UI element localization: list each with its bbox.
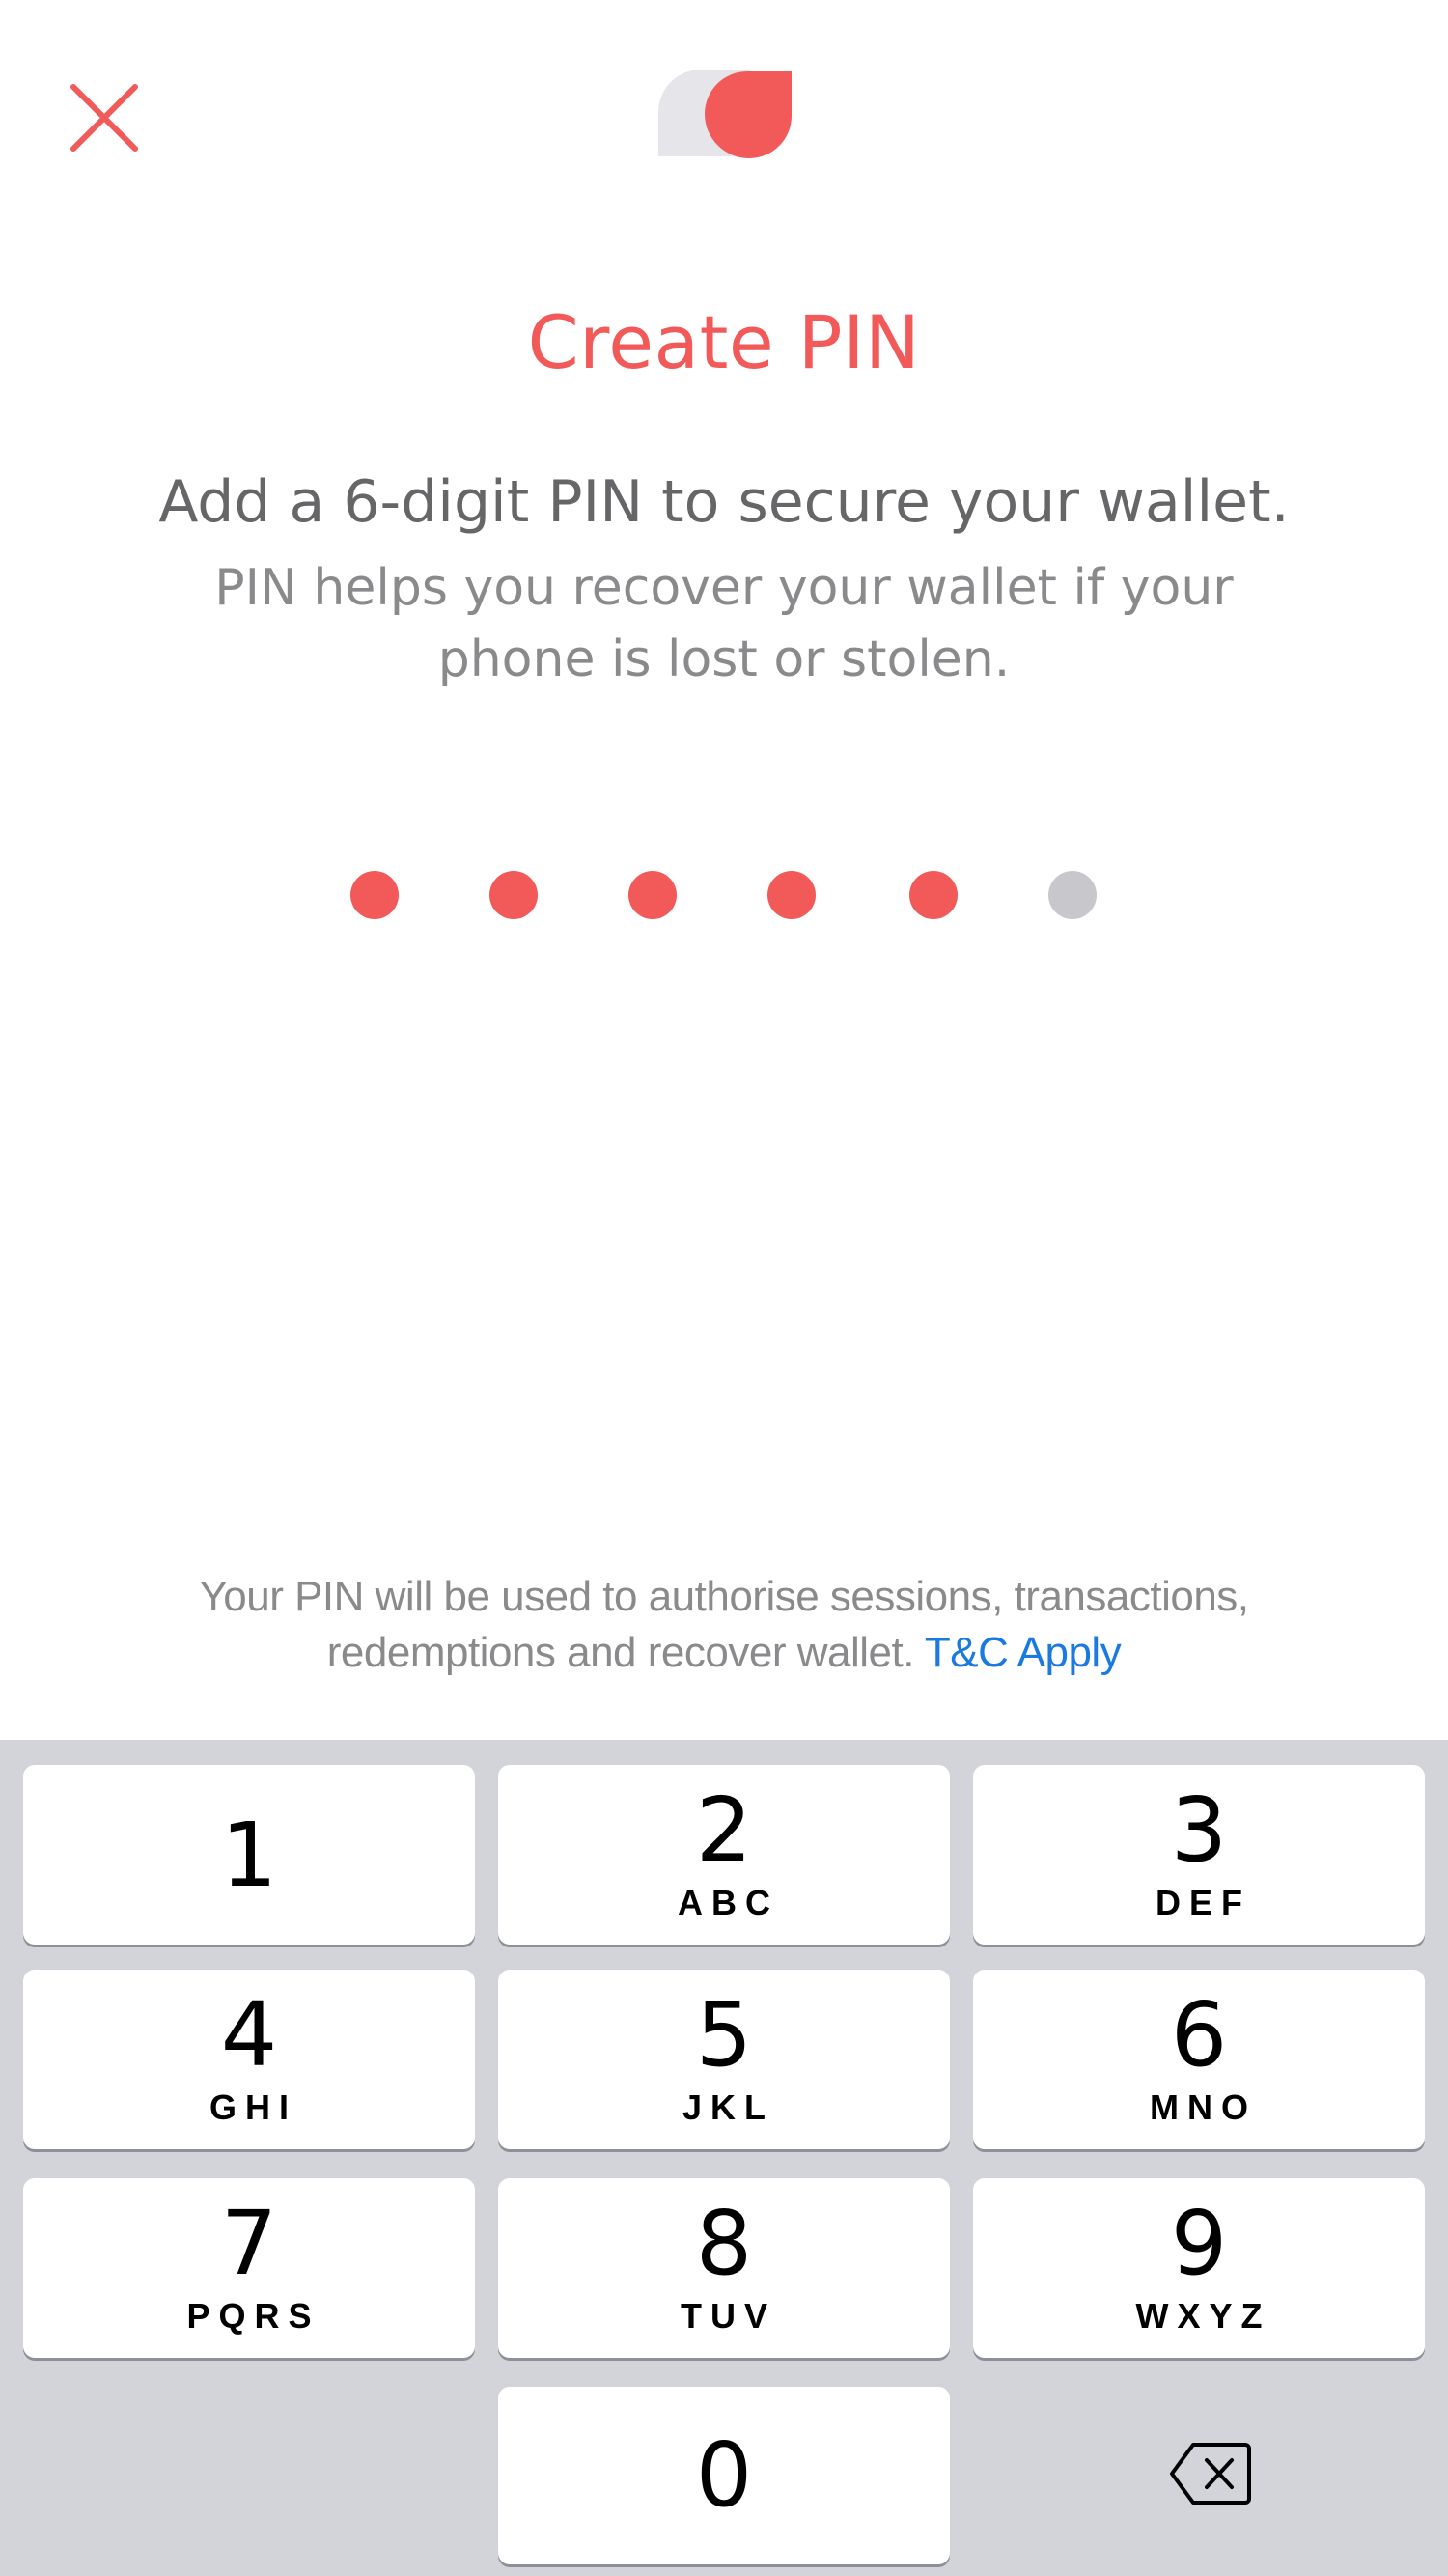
- key-0[interactable]: 0: [498, 2387, 950, 2564]
- key-1[interactable]: 1: [23, 1765, 475, 1945]
- app-logo: [656, 68, 795, 164]
- close-icon: [70, 84, 138, 152]
- backspace-icon: [1170, 2443, 1251, 2505]
- pin-dot-filled: [767, 871, 816, 919]
- key-9[interactable]: 9 WXYZ: [973, 2178, 1425, 2358]
- create-pin-screen: Create PIN Add a 6-digit PIN to secure y…: [0, 0, 1448, 2576]
- key-8[interactable]: 8 TUV: [498, 2178, 950, 2358]
- page-title: Create PIN: [527, 299, 921, 385]
- pin-dot-filled: [489, 871, 538, 919]
- close-button[interactable]: [64, 77, 145, 158]
- key-letters: PQRS: [186, 2296, 320, 2336]
- key-digit: 9: [1170, 2192, 1228, 2295]
- key-4[interactable]: 4 GHI: [23, 1970, 475, 2149]
- key-digit: 2: [695, 1778, 753, 1882]
- key-6[interactable]: 6 MNO: [973, 1970, 1425, 2149]
- pin-dot-filled: [350, 871, 399, 919]
- key-7[interactable]: 7 PQRS: [23, 2178, 475, 2358]
- key-digit: 3: [1170, 1778, 1228, 1882]
- backspace-button[interactable]: [1168, 2439, 1253, 2508]
- key-letters: WXYZ: [1135, 2296, 1271, 2336]
- key-letters: DEF: [1156, 1883, 1251, 1922]
- app-logo-icon: [658, 70, 792, 158]
- helper-text: PIN helps you recover your wallet if you…: [214, 559, 1234, 688]
- subtitle: Add a 6-digit PIN to secure your wallet.: [158, 468, 1290, 536]
- key-5[interactable]: 5 JKL: [498, 1970, 950, 2149]
- key-letters: TUV: [681, 2296, 776, 2336]
- pin-dot-empty: [1048, 871, 1097, 919]
- key-digit: 5: [695, 1983, 753, 2086]
- pin-indicator: [0, 871, 1448, 919]
- pin-dot-filled: [909, 871, 958, 919]
- key-digit: 7: [220, 2192, 278, 2295]
- key-letters: ABC: [678, 1883, 779, 1922]
- key-digit: 0: [695, 2423, 753, 2527]
- key-digit: 1: [220, 1804, 278, 1907]
- key-letters: GHI: [209, 2087, 297, 2127]
- key-letters: MNO: [1150, 2087, 1257, 2127]
- pin-dot-filled: [628, 871, 677, 919]
- terms-link[interactable]: T&C Apply: [925, 1629, 1122, 1676]
- key-2[interactable]: 2 ABC: [498, 1765, 950, 1945]
- key-letters: JKL: [682, 2087, 774, 2127]
- key-digit: 8: [695, 2192, 753, 2295]
- key-3[interactable]: 3 DEF: [973, 1765, 1425, 1945]
- key-digit: 4: [220, 1983, 278, 2086]
- key-digit: 6: [1170, 1983, 1228, 2086]
- terms-notice: Your PIN will be used to authorise sessi…: [135, 1569, 1313, 1681]
